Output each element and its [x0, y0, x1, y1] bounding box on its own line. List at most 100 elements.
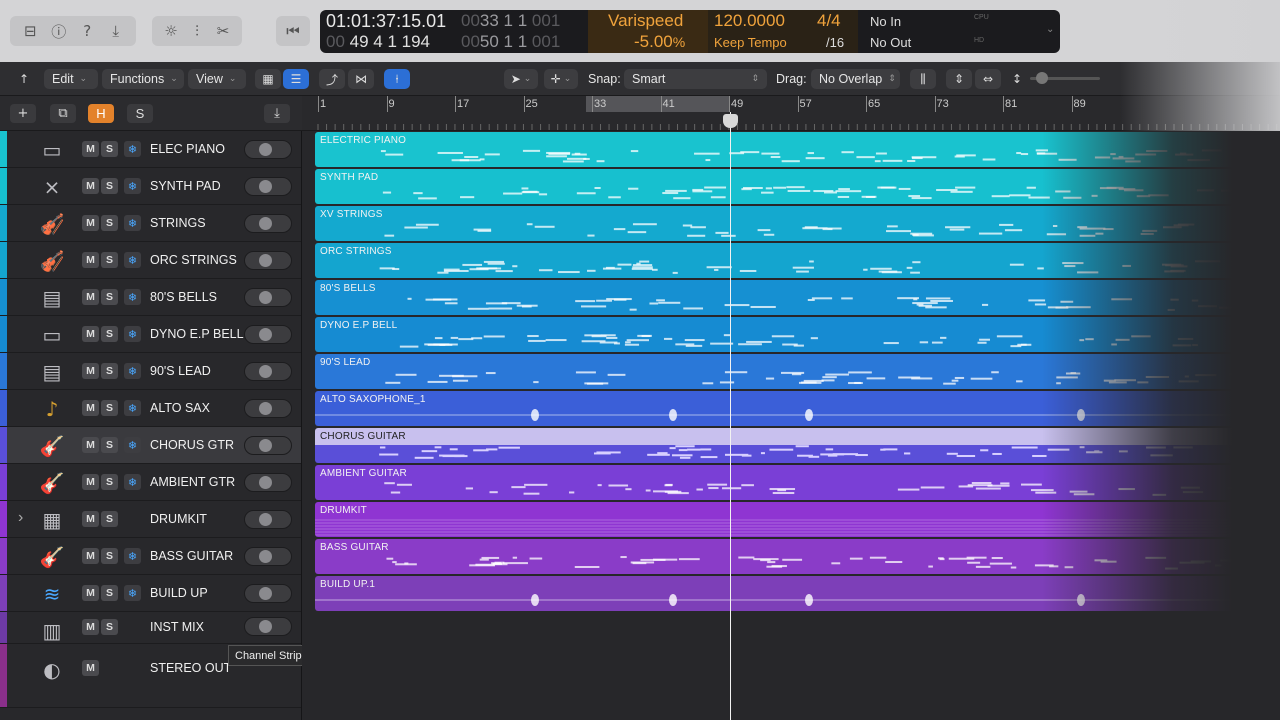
disclosure-triangle-icon[interactable]: ›: [18, 509, 23, 527]
track-row[interactable]: 🎻 M S ❄ ORC STRINGS: [0, 242, 301, 279]
track-name[interactable]: 80'S BELLS: [150, 290, 217, 304]
mute-button[interactable]: M: [82, 474, 99, 490]
track-name[interactable]: DRUMKIT: [150, 512, 207, 526]
track-row[interactable]: › ▦ M S DRUMKIT: [0, 501, 301, 538]
track-on-off-toggle[interactable]: [244, 584, 292, 603]
zoom-slider-knob[interactable]: [1036, 72, 1048, 84]
view-menu[interactable]: View ⌄: [188, 69, 246, 89]
solo-button[interactable]: S: [101, 141, 118, 157]
edit-menu[interactable]: Edit ⌄: [44, 69, 98, 89]
solo-button[interactable]: S: [101, 215, 118, 231]
add-track-button[interactable]: +: [10, 104, 36, 123]
track-name[interactable]: STEREO OUT: [150, 661, 231, 675]
rewind-button[interactable]: ⏮: [276, 16, 310, 46]
synth-stand-icon[interactable]: ▤: [38, 285, 66, 311]
height-zoom-icon[interactable]: ↕: [1004, 69, 1030, 89]
freeze-icon[interactable]: ❄: [124, 437, 141, 453]
region[interactable]: ORC STRINGS: [315, 243, 1280, 278]
track-on-off-toggle[interactable]: [244, 547, 292, 566]
track-name[interactable]: 90'S LEAD: [150, 364, 211, 378]
solo-button[interactable]: S: [101, 548, 118, 564]
track-name[interactable]: ELEC PIANO: [150, 142, 225, 156]
hide-button[interactable]: H: [88, 104, 114, 123]
help-icon[interactable]: ?: [76, 20, 98, 42]
track-on-off-toggle[interactable]: [244, 510, 292, 529]
mute-button[interactable]: M: [82, 141, 99, 157]
bass-guitar-icon[interactable]: 🎸: [38, 544, 66, 570]
mute-button[interactable]: M: [82, 215, 99, 231]
track-name[interactable]: BUILD UP: [150, 586, 208, 600]
library-icon[interactable]: ⊟: [19, 20, 41, 42]
freeze-icon[interactable]: ❄: [124, 326, 141, 342]
mute-button[interactable]: M: [82, 437, 99, 453]
freeze-icon[interactable]: ❄: [124, 585, 141, 601]
varispeed-box[interactable]: Varispeed -5.00%: [588, 10, 708, 53]
track-row[interactable]: ▭ M S ❄ ELEC PIANO: [0, 131, 301, 168]
mute-button[interactable]: M: [82, 619, 99, 635]
functions-menu[interactable]: Functions ⌄: [102, 69, 184, 89]
track-on-off-toggle[interactable]: [244, 288, 292, 307]
region[interactable]: ELECTRIC PIANO: [315, 132, 1280, 167]
tempo-box[interactable]: 120.0000 Keep Tempo 4/4 /16: [708, 10, 858, 53]
download-icon[interactable]: ⤓: [105, 20, 127, 42]
track-row[interactable]: ⨯ M S ❄ SYNTH PAD: [0, 168, 301, 205]
freeze-icon[interactable]: ❄: [124, 474, 141, 490]
mixer-icon[interactable]: ⫶: [186, 20, 208, 42]
drum-machine-icon[interactable]: ▦: [38, 507, 66, 533]
track-name[interactable]: BASS GUITAR: [150, 549, 233, 563]
playhead[interactable]: [730, 112, 731, 720]
freeze-icon[interactable]: ❄: [124, 252, 141, 268]
lcd-display[interactable]: 01:01:37:15.01 00 49 4 1 194 0033 1 1 00…: [320, 10, 1060, 53]
region[interactable]: 80'S BELLS: [315, 280, 1280, 315]
arrange-area[interactable]: ELECTRIC PIANO SYNTH PAD XV STRINGS ORC STR…: [302, 131, 1280, 720]
keyboard-stand-icon[interactable]: ⨯: [38, 174, 66, 200]
track-row[interactable]: ▭ M S ❄ DYNO E.P BELL: [0, 316, 301, 353]
solo-button[interactable]: S: [101, 178, 118, 194]
electric-guitar-icon[interactable]: 🎸: [38, 470, 66, 496]
freeze-icon[interactable]: ❄: [124, 548, 141, 564]
track-row[interactable]: 🎸 M S ❄ BASS GUITAR: [0, 538, 301, 575]
track-name[interactable]: DYNO E.P BELL: [150, 327, 244, 341]
freeze-icon[interactable]: ❄: [124, 141, 141, 157]
zoom-slider[interactable]: [1030, 72, 1100, 84]
mute-button[interactable]: M: [82, 548, 99, 564]
track-on-off-toggle[interactable]: [244, 325, 292, 344]
track-on-off-toggle[interactable]: [244, 473, 292, 492]
region[interactable]: DYNO E.P BELL: [315, 317, 1280, 352]
track-on-off-toggle[interactable]: [244, 362, 292, 381]
region[interactable]: BASS GUITAR: [315, 539, 1280, 574]
mute-button[interactable]: M: [82, 289, 99, 305]
track-name[interactable]: INST MIX: [150, 620, 204, 634]
mute-button[interactable]: M: [82, 178, 99, 194]
freeze-icon[interactable]: ❄: [124, 400, 141, 416]
waveform-zoom-icon[interactable]: ⫼: [910, 69, 936, 89]
track-name[interactable]: AMBIENT GTR: [150, 475, 235, 489]
region[interactable]: AMBIENT GUITAR: [315, 465, 1280, 500]
global-solo-button[interactable]: S: [127, 104, 153, 123]
vertical-zoom-icon[interactable]: ⇕: [946, 69, 972, 89]
solo-button[interactable]: S: [101, 252, 118, 268]
up-arrow-icon[interactable]: ↑: [11, 69, 37, 89]
solo-button[interactable]: S: [101, 289, 118, 305]
electric-guitar-icon[interactable]: 🎸: [38, 433, 66, 459]
region[interactable]: XV STRINGS: [315, 206, 1280, 241]
solo-button[interactable]: S: [101, 326, 118, 342]
track-on-off-toggle[interactable]: [244, 436, 292, 455]
speaker-icon[interactable]: ◐: [38, 657, 66, 683]
electric-piano-icon[interactable]: ▭: [38, 322, 66, 348]
mixer-device-icon[interactable]: ▥: [38, 618, 66, 644]
mute-button[interactable]: M: [82, 660, 99, 676]
track-row[interactable]: ♪ M S ❄ ALTO SAX: [0, 390, 301, 427]
solo-button[interactable]: S: [101, 363, 118, 379]
mute-button[interactable]: M: [82, 363, 99, 379]
region[interactable]: SYNTH PAD: [315, 169, 1280, 204]
freeze-icon[interactable]: ❄: [124, 178, 141, 194]
pointer-tool-icon[interactable]: ➤ ⌄: [504, 69, 538, 89]
track-on-off-toggle[interactable]: [244, 399, 292, 418]
info-icon[interactable]: ⓘ: [48, 20, 70, 42]
track-row[interactable]: ▥ M S INST MIX: [0, 612, 301, 644]
duplicate-track-icon[interactable]: ⧉: [50, 104, 76, 123]
track-on-off-toggle[interactable]: [244, 214, 292, 233]
track-on-off-toggle[interactable]: [244, 251, 292, 270]
saxophone-icon[interactable]: ♪: [38, 396, 66, 422]
